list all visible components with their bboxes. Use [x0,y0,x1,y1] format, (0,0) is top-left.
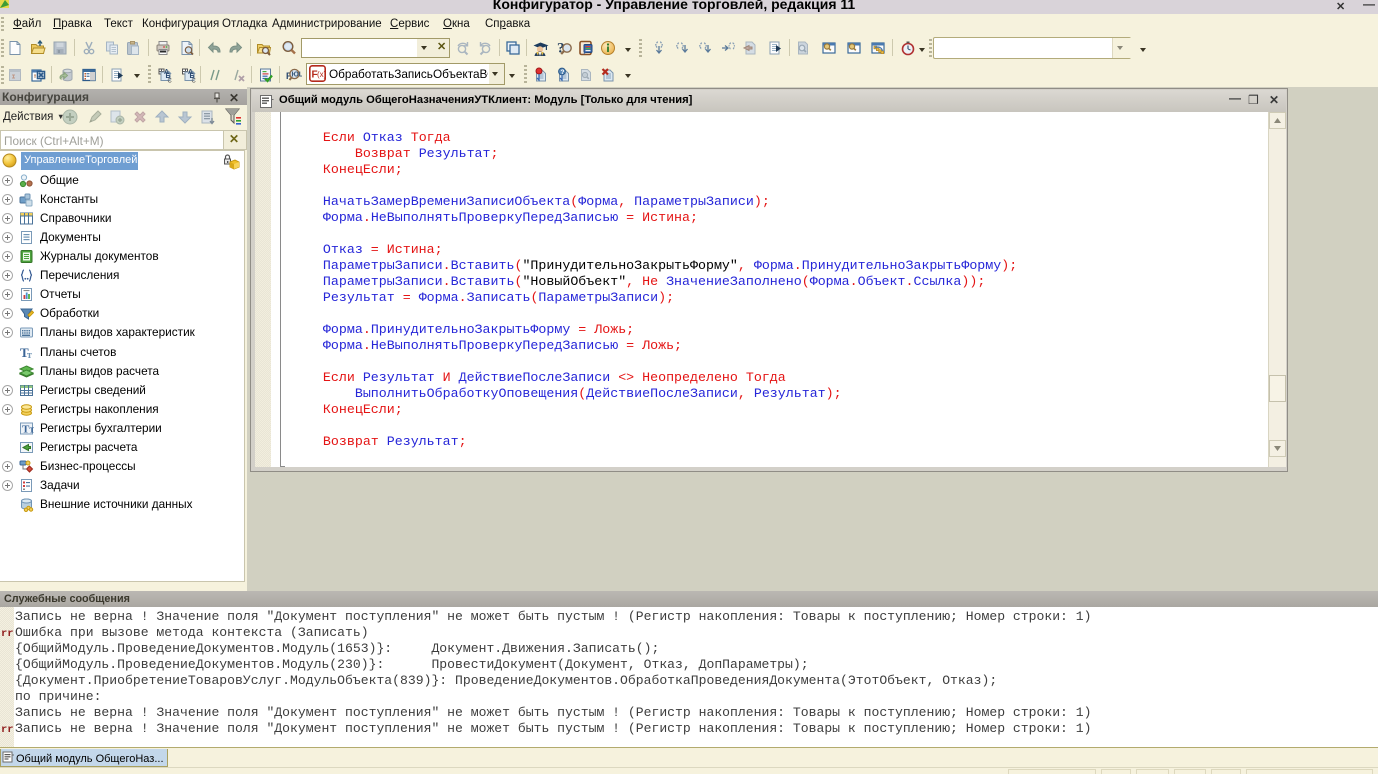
svg-text:С: С [168,79,173,84]
svg-text:?: ? [561,69,565,76]
svg-text:С: С [192,79,197,84]
svg-text:т: т [27,350,32,360]
svg-text:Тт: Тт [22,424,34,436]
svg-text:(x): (x) [317,70,326,79]
svg-text:ЮЦ: ЮЦ [292,72,303,79]
